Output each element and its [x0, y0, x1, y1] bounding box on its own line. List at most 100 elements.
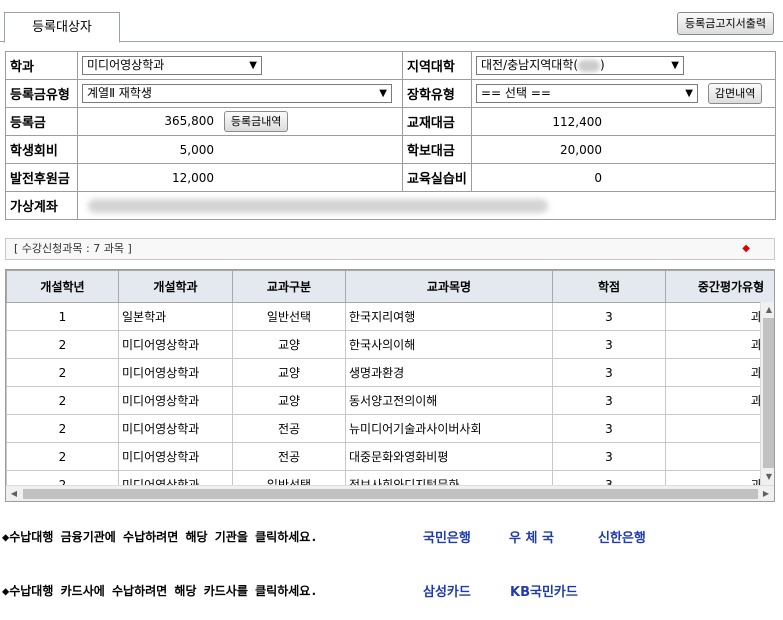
- chevron-down-icon: ▼: [671, 60, 679, 71]
- practice-fee-label: 교육실습비: [402, 163, 472, 192]
- tuition-type-select-value: 계열Ⅱ 재학생: [87, 86, 152, 100]
- cell-credits: 3: [552, 414, 666, 443]
- cell-credits: 3: [552, 386, 666, 415]
- card-link-kb-kookmin[interactable]: KB국민카드: [510, 581, 578, 600]
- cell-category: 일반선택: [232, 302, 346, 331]
- student-fee-label: 학생회비: [5, 135, 78, 164]
- cell-grade: 2: [6, 470, 119, 485]
- column-header-credits[interactable]: 학점: [552, 270, 666, 303]
- cell-category: 전공: [232, 414, 346, 443]
- card-instruction: ◆수납대행 카드사에 수납하려면 해당 카드사를 클릭하세요.: [2, 584, 318, 598]
- scholarship-type-cell: == 선택 == ▼ 감면내역: [471, 79, 776, 108]
- cell-department: 미디어영상학과: [118, 358, 233, 387]
- tuition-cell: 365,800 등록금내역: [77, 107, 403, 136]
- course-table-header: 개설학년 개설학과 교과구분 교과목명 학점 중간평가유형: [6, 270, 774, 303]
- cell-category: 일반선택: [232, 470, 346, 485]
- department-label: 학과: [5, 51, 78, 80]
- department-select-value: 미디어영상학과: [87, 58, 165, 72]
- bank-instruction: ◆수납대행 금융기관에 수납하려면 해당 기관을 클릭하세요.: [2, 530, 318, 544]
- bank-link-kookmin[interactable]: 국민은행: [423, 527, 471, 546]
- cell-grade: 2: [6, 442, 119, 471]
- horizontal-scrollbar[interactable]: ◀ ▶: [6, 485, 774, 501]
- cell-course-name: 정보사회와디지털문화: [345, 470, 553, 485]
- newspaper-fee-label: 학보대금: [402, 135, 472, 164]
- department-select[interactable]: 미디어영상학과 ▼: [82, 56, 262, 75]
- card-link-samsung[interactable]: 삼성카드: [423, 581, 471, 600]
- cell-department: 일본학과: [118, 302, 233, 331]
- scroll-up-icon[interactable]: ▲: [761, 302, 774, 318]
- cell-grade: 2: [6, 414, 119, 443]
- table-row[interactable]: 2 미디어영상학과 교양 동서양고전의이해 3 과제물: [6, 386, 774, 415]
- cell-credits: 3: [552, 470, 666, 485]
- cell-course-name: 생명과환경: [345, 358, 553, 387]
- course-grid-viewport: 개설학년 개설학과 교과구분 교과목명 학점 중간평가유형 1 일본학과 일반선…: [6, 270, 774, 485]
- course-count-text: [ 수강신청과목 : 7 과목 ]: [14, 242, 132, 255]
- bank-link-post-office[interactable]: 우 체 국: [509, 527, 554, 546]
- region-select-value: 대전/충남지역대학(: [481, 58, 579, 72]
- tuition-value: 365,800: [164, 114, 214, 128]
- cell-grade: 2: [6, 358, 119, 387]
- newspaper-fee-value: 20,000: [560, 142, 602, 157]
- column-header-course-name[interactable]: 교과목명: [345, 270, 553, 303]
- cell-category: 전공: [232, 442, 346, 471]
- scroll-right-icon[interactable]: ▶: [758, 486, 774, 501]
- region-select-suffix: ): [600, 58, 605, 72]
- tuition-details-button[interactable]: 등록금내역: [223, 111, 289, 132]
- horizontal-scroll-thumb[interactable]: [23, 489, 758, 499]
- scholarship-type-select-value: == 선택 ==: [481, 86, 551, 100]
- column-header-midterm-type[interactable]: 중간평가유형: [665, 270, 774, 303]
- marker-dot-icon: ◆: [742, 243, 750, 254]
- textbook-fee-cell: 112,400: [471, 107, 776, 136]
- table-row[interactable]: 2 미디어영상학과 일반선택 정보사회와디지털문화 3 과제물: [6, 470, 774, 485]
- table-row[interactable]: 1 일본학과 일반선택 한국지리여행 3 과제물: [6, 302, 774, 331]
- practice-fee-cell: 0: [471, 163, 776, 192]
- scroll-down-icon[interactable]: ▼: [761, 469, 774, 485]
- cell-credits: 3: [552, 330, 666, 359]
- textbook-fee-value: 112,400: [552, 114, 602, 129]
- department-cell: 미디어영상학과 ▼: [77, 51, 403, 80]
- tuition-type-select[interactable]: 계열Ⅱ 재학생 ▼: [82, 84, 392, 103]
- cell-category: 교양: [232, 386, 346, 415]
- table-row[interactable]: 2 미디어영상학과 교양 한국사의이해 3 과제물: [6, 330, 774, 359]
- table-row[interactable]: 2 미디어영상학과 전공 대중문화와영화비평 3 출석: [6, 442, 774, 471]
- cell-department: 미디어영상학과: [118, 414, 233, 443]
- region-label: 지역대학: [402, 51, 472, 80]
- column-header-department[interactable]: 개설학과: [118, 270, 233, 303]
- vertical-scroll-thumb[interactable]: [763, 318, 774, 468]
- scholarship-type-label: 장학유형: [402, 79, 472, 108]
- table-row[interactable]: 2 미디어영상학과 전공 뉴미디어기술과사이버사회 3 출석: [6, 414, 774, 443]
- chevron-down-icon: ▼: [249, 60, 257, 71]
- cell-grade: 2: [6, 386, 119, 415]
- bank-link-shinhan[interactable]: 신한은행: [598, 527, 646, 546]
- scholarship-type-select[interactable]: == 선택 == ▼: [476, 84, 698, 103]
- tab-registration-target[interactable]: 등록대상자: [4, 12, 120, 43]
- column-header-grade[interactable]: 개설학년: [6, 270, 119, 303]
- practice-fee-value: 0: [594, 170, 602, 185]
- cell-midterm-type: 과제물: [665, 470, 774, 485]
- cell-credits: 3: [552, 302, 666, 331]
- cell-course-name: 뉴미디어기술과사이버사회: [345, 414, 553, 443]
- student-fee-value: 5,000: [179, 142, 214, 157]
- cell-midterm-type: 과제물: [665, 302, 774, 331]
- development-fund-value: 12,000: [172, 170, 214, 185]
- course-count-bar: [ 수강신청과목 : 7 과목 ] ◆: [5, 238, 775, 260]
- cell-department: 미디어영상학과: [118, 442, 233, 471]
- region-cell: 대전/충남지역대학() ▼: [471, 51, 776, 80]
- cell-midterm-type: 과제물: [665, 358, 774, 387]
- textbook-fee-label: 교재대금: [402, 107, 472, 136]
- registration-info-table: 학과 미디어영상학과 ▼ 지역대학 대전/충남지역대학() ▼ 등록금유형 계열Ⅱ …: [5, 51, 776, 220]
- student-fee-cell: 5,000: [77, 135, 403, 164]
- reduction-details-button[interactable]: 감면내역: [707, 83, 763, 104]
- vertical-scrollbar[interactable]: ▲ ▼: [760, 302, 774, 485]
- tuition-type-cell: 계열Ⅱ 재학생 ▼: [77, 79, 403, 108]
- tab-bar: 등록대상자 등록금고지서출력: [0, 0, 783, 43]
- cell-midterm-type: 과제물: [665, 330, 774, 359]
- redacted-region: [578, 59, 601, 72]
- region-select[interactable]: 대전/충남지역대학() ▼: [476, 56, 684, 75]
- print-notice-button[interactable]: 등록금고지서출력: [677, 12, 774, 35]
- table-row[interactable]: 2 미디어영상학과 교양 생명과환경 3 과제물: [6, 358, 774, 387]
- column-header-category[interactable]: 교과구분: [232, 270, 346, 303]
- cell-category: 교양: [232, 358, 346, 387]
- scroll-left-icon[interactable]: ◀: [6, 486, 22, 501]
- cell-midterm-type: 과제물: [665, 386, 774, 415]
